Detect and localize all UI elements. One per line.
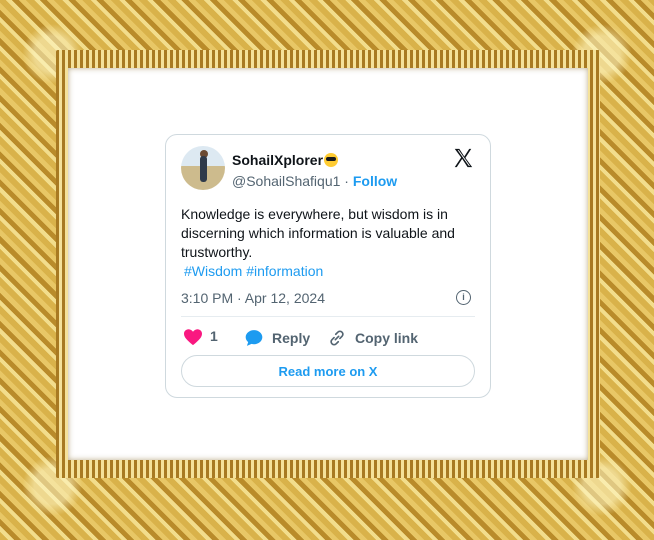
reply-button[interactable]: Reply — [244, 328, 310, 348]
x-logo-icon[interactable] — [452, 147, 474, 169]
divider — [181, 316, 475, 317]
sunglasses-emoji-icon — [324, 153, 339, 167]
avatar-figure — [200, 156, 207, 182]
handle-separator: · — [344, 173, 349, 189]
copy-link-button[interactable]: Copy link — [327, 328, 418, 348]
handle-row: @SohailShafiqu1 · Follow — [232, 173, 397, 189]
tweet-text: Knowledge is everywhere, but wisdom is i… — [181, 206, 455, 260]
tweet-hashtags[interactable]: #Wisdom #information — [184, 263, 323, 279]
reply-label: Reply — [272, 330, 311, 346]
follow-link[interactable]: Follow — [353, 173, 397, 189]
info-icon[interactable]: i — [456, 290, 471, 305]
avatar[interactable] — [181, 146, 225, 190]
tweet-timestamp[interactable]: 3:10 PM · Apr 12, 2024 — [181, 290, 325, 306]
read-more-label: Read more on X — [278, 363, 378, 379]
display-name[interactable]: SohailXplorer — [232, 152, 339, 168]
copy-link-label: Copy link — [355, 330, 419, 346]
like-count: 1 — [210, 328, 218, 344]
speech-bubble-icon — [245, 330, 263, 346]
read-more-button[interactable]: Read more on X — [181, 355, 475, 387]
link-icon — [330, 330, 344, 346]
user-handle[interactable]: @SohailShafiqu1 — [232, 173, 340, 189]
like-button[interactable] — [183, 328, 211, 346]
display-name-text[interactable]: SohailXplorer — [232, 152, 323, 168]
heart-icon — [184, 329, 202, 346]
tweet-embed-card: SohailXplorer @SohailShafiqu1 · Follow K… — [165, 134, 491, 398]
